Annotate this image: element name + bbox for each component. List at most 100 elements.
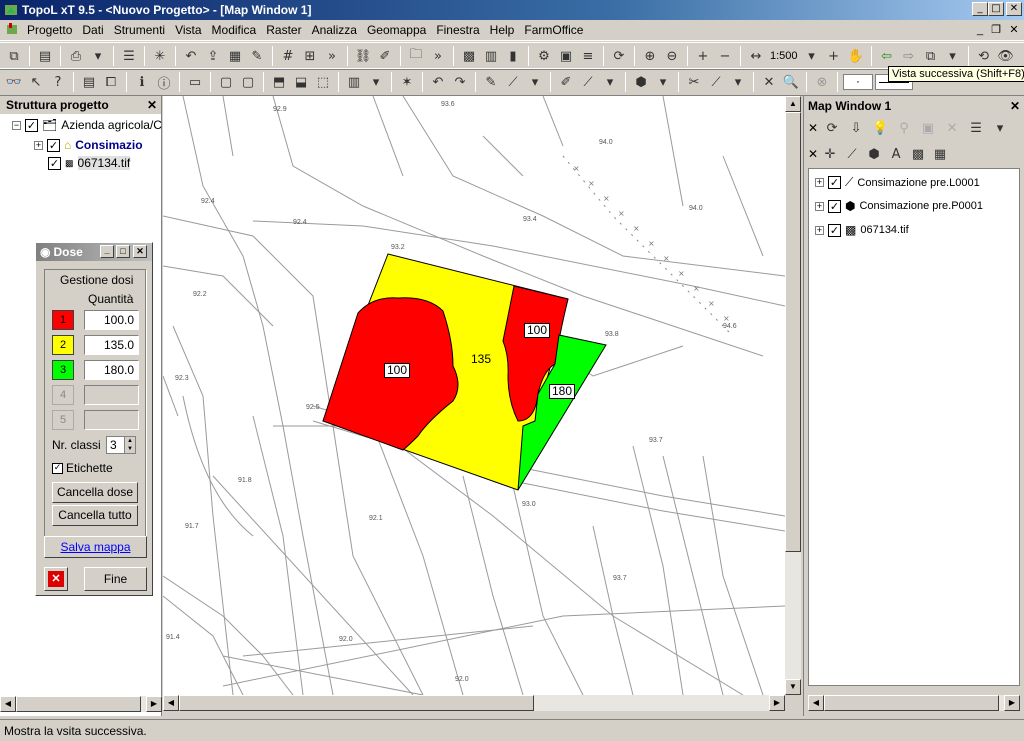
info2-icon[interactable]: ⓘ bbox=[154, 72, 174, 92]
add-layer-icon[interactable]: ✛ bbox=[820, 144, 840, 164]
dropdown-icon[interactable]: ▾ bbox=[88, 46, 108, 66]
merge-icon[interactable]: ⟋ bbox=[706, 72, 726, 92]
link-icon[interactable]: ⛓ bbox=[353, 46, 373, 66]
previous-view-icon[interactable]: ⇦ bbox=[877, 46, 897, 66]
edit-line-icon[interactable]: ✐ bbox=[556, 72, 576, 92]
raster-icon[interactable]: ▩ bbox=[459, 46, 479, 66]
map-canvas[interactable]: 92.9 93.6 94.0 92.4 93.4 94.0 93.2 92.4 … bbox=[163, 96, 785, 695]
add-node-icon[interactable]: + bbox=[693, 46, 713, 66]
align-icon[interactable]: ≡ bbox=[578, 46, 598, 66]
class-5-value[interactable] bbox=[84, 410, 139, 430]
zoom-in-icon[interactable]: ⊕ bbox=[640, 46, 660, 66]
layer-dropdown-icon[interactable]: ▾ bbox=[366, 72, 386, 92]
list-icon[interactable]: ☰ bbox=[119, 46, 139, 66]
edit-icon[interactable]: ✐ bbox=[375, 46, 395, 66]
export-icon[interactable]: ⇪ bbox=[203, 46, 223, 66]
scale-select[interactable]: 1:500 bbox=[768, 50, 800, 62]
mdi-restore-button[interactable]: ❐ bbox=[988, 24, 1004, 38]
chart-icon[interactable]: ▮ bbox=[503, 46, 523, 66]
fine-button[interactable]: Fine bbox=[84, 567, 147, 591]
panel2-close-icon[interactable]: ✕ bbox=[808, 147, 818, 161]
tree-layer1[interactable]: + ✓ ⌂ Consimazio bbox=[34, 138, 143, 152]
measure-icon[interactable]: ↔ bbox=[746, 46, 766, 66]
pointer-icon[interactable]: ↖ bbox=[26, 72, 46, 92]
etichette-checkbox[interactable]: ✓ bbox=[52, 462, 63, 474]
class-3-button[interactable]: 3 bbox=[52, 360, 74, 380]
redraw-icon[interactable]: ⟲ bbox=[974, 46, 994, 66]
legend-icon[interactable]: ▤ bbox=[79, 72, 99, 92]
spinner-arrows-icon[interactable]: ▲ ▼ bbox=[124, 437, 135, 453]
menu-progetto[interactable]: Progetto bbox=[22, 23, 77, 37]
menu-finestra[interactable]: Finestra bbox=[431, 23, 484, 37]
table-icon[interactable]: ▥ bbox=[481, 46, 501, 66]
edit-dropdown-icon[interactable]: ▾ bbox=[600, 72, 620, 92]
map-window-close-icon[interactable]: ✕ bbox=[1010, 99, 1020, 113]
panel2-icon[interactable]: ▢ bbox=[238, 72, 258, 92]
class-3-value[interactable]: 180.0 bbox=[84, 360, 139, 380]
etichette-checkbox-row[interactable]: ✓ Etichette bbox=[52, 461, 113, 475]
image-tool-icon[interactable]: ▦ bbox=[930, 144, 950, 164]
undo-arrow-icon[interactable]: ↶ bbox=[181, 46, 201, 66]
app-menu-icon[interactable] bbox=[4, 22, 22, 39]
class-2-value[interactable]: 135.0 bbox=[84, 335, 139, 355]
minimize-button[interactable]: _ bbox=[972, 2, 988, 16]
legend-hscroll[interactable]: ◀ ▶ bbox=[808, 695, 1020, 711]
class-2-button[interactable]: 2 bbox=[52, 335, 74, 355]
map-hscroll[interactable]: ◀ ▶ bbox=[163, 695, 785, 711]
tractor-icon[interactable]: ⚙ bbox=[534, 46, 554, 66]
refresh-icon[interactable]: ⟳ bbox=[609, 46, 629, 66]
folder-icon[interactable]: 🗀 bbox=[406, 46, 426, 66]
split-icon[interactable]: ✂ bbox=[684, 72, 704, 92]
project-panel-close-icon[interactable]: ✕ bbox=[147, 98, 157, 112]
view-dropdown-icon[interactable]: ▾ bbox=[943, 46, 963, 66]
project-icon[interactable]: ⧉ bbox=[4, 46, 24, 66]
draw-node-icon[interactable]: ⟋ bbox=[503, 72, 523, 92]
grid2-icon[interactable]: ⊞ bbox=[300, 46, 320, 66]
legend-row-raster[interactable]: + ✓ ▩ 067134.tif bbox=[815, 223, 909, 237]
zoom-out-icon[interactable]: ⊖ bbox=[662, 46, 682, 66]
legend-expand-icon[interactable]: + bbox=[815, 201, 824, 211]
class-5-button[interactable]: 5 bbox=[52, 410, 74, 430]
redo-icon[interactable]: ↷ bbox=[450, 72, 470, 92]
refresh-layers-icon[interactable]: ⟳ bbox=[822, 118, 842, 138]
doc-icon[interactable]: ▭ bbox=[185, 72, 205, 92]
expand-icon[interactable]: + bbox=[34, 140, 43, 150]
remove-node-icon[interactable]: − bbox=[715, 46, 735, 66]
root-checkbox[interactable]: ✓ bbox=[25, 118, 38, 132]
query-icon[interactable]: ? bbox=[48, 72, 68, 92]
more2-icon[interactable]: » bbox=[428, 46, 448, 66]
layers-dropdown-icon[interactable]: ▾ bbox=[990, 118, 1010, 138]
tree-root[interactable]: − ✓ 🗂 Azienda agricola/C bbox=[12, 118, 162, 132]
close-button[interactable]: ✕ bbox=[1006, 2, 1022, 16]
legend-polygon-checkbox[interactable]: ✓ bbox=[828, 199, 841, 213]
panel-close-icon[interactable]: ✕ bbox=[808, 121, 818, 135]
edit-node-icon[interactable]: ⟋ bbox=[578, 72, 598, 92]
remove-layer-icon[interactable]: ✕ bbox=[942, 118, 962, 138]
delete-icon[interactable]: ✕ bbox=[759, 72, 779, 92]
more-icon[interactable]: » bbox=[322, 46, 342, 66]
scale-dropdown-icon[interactable]: ▾ bbox=[802, 46, 822, 66]
view-manager-icon[interactable]: ⧉ bbox=[921, 46, 941, 66]
stop-icon[interactable]: ⊗ bbox=[812, 72, 832, 92]
menu-vista[interactable]: Vista bbox=[170, 23, 206, 37]
new-feature-icon[interactable]: ✶ bbox=[397, 72, 417, 92]
polygon-dropdown-icon[interactable]: ▾ bbox=[653, 72, 673, 92]
mdi-minimize-button[interactable]: _ bbox=[972, 24, 988, 38]
class-1-button[interactable]: 1 bbox=[52, 310, 74, 330]
layer-icon[interactable]: ⬚ bbox=[313, 72, 333, 92]
dose-maximize-button[interactable]: □ bbox=[116, 245, 130, 258]
print-icon[interactable]: ⎙ bbox=[66, 46, 86, 66]
cancella-tutto-button[interactable]: Cancella tutto bbox=[52, 505, 138, 526]
nr-classi-value[interactable]: 3 bbox=[107, 437, 117, 453]
tree-layer2[interactable]: ✓ ▩ 067134.tif bbox=[48, 156, 131, 170]
menu-strumenti[interactable]: Strumenti bbox=[109, 23, 170, 37]
zoom-window-icon[interactable]: ⧠ bbox=[101, 72, 121, 92]
class-4-button[interactable]: 4 bbox=[52, 385, 74, 405]
bulb-icon[interactable]: 💡 bbox=[870, 118, 890, 138]
next-view-icon[interactable]: ⇨ bbox=[899, 46, 919, 66]
legend-expand-icon[interactable]: + bbox=[815, 178, 824, 187]
map-vscroll[interactable]: ▲ ▼ bbox=[785, 96, 801, 695]
dose-cancel-button[interactable]: ✕ bbox=[44, 567, 68, 591]
point-style-box[interactable]: · bbox=[843, 74, 873, 90]
layer-select-icon[interactable]: ▥ bbox=[344, 72, 364, 92]
